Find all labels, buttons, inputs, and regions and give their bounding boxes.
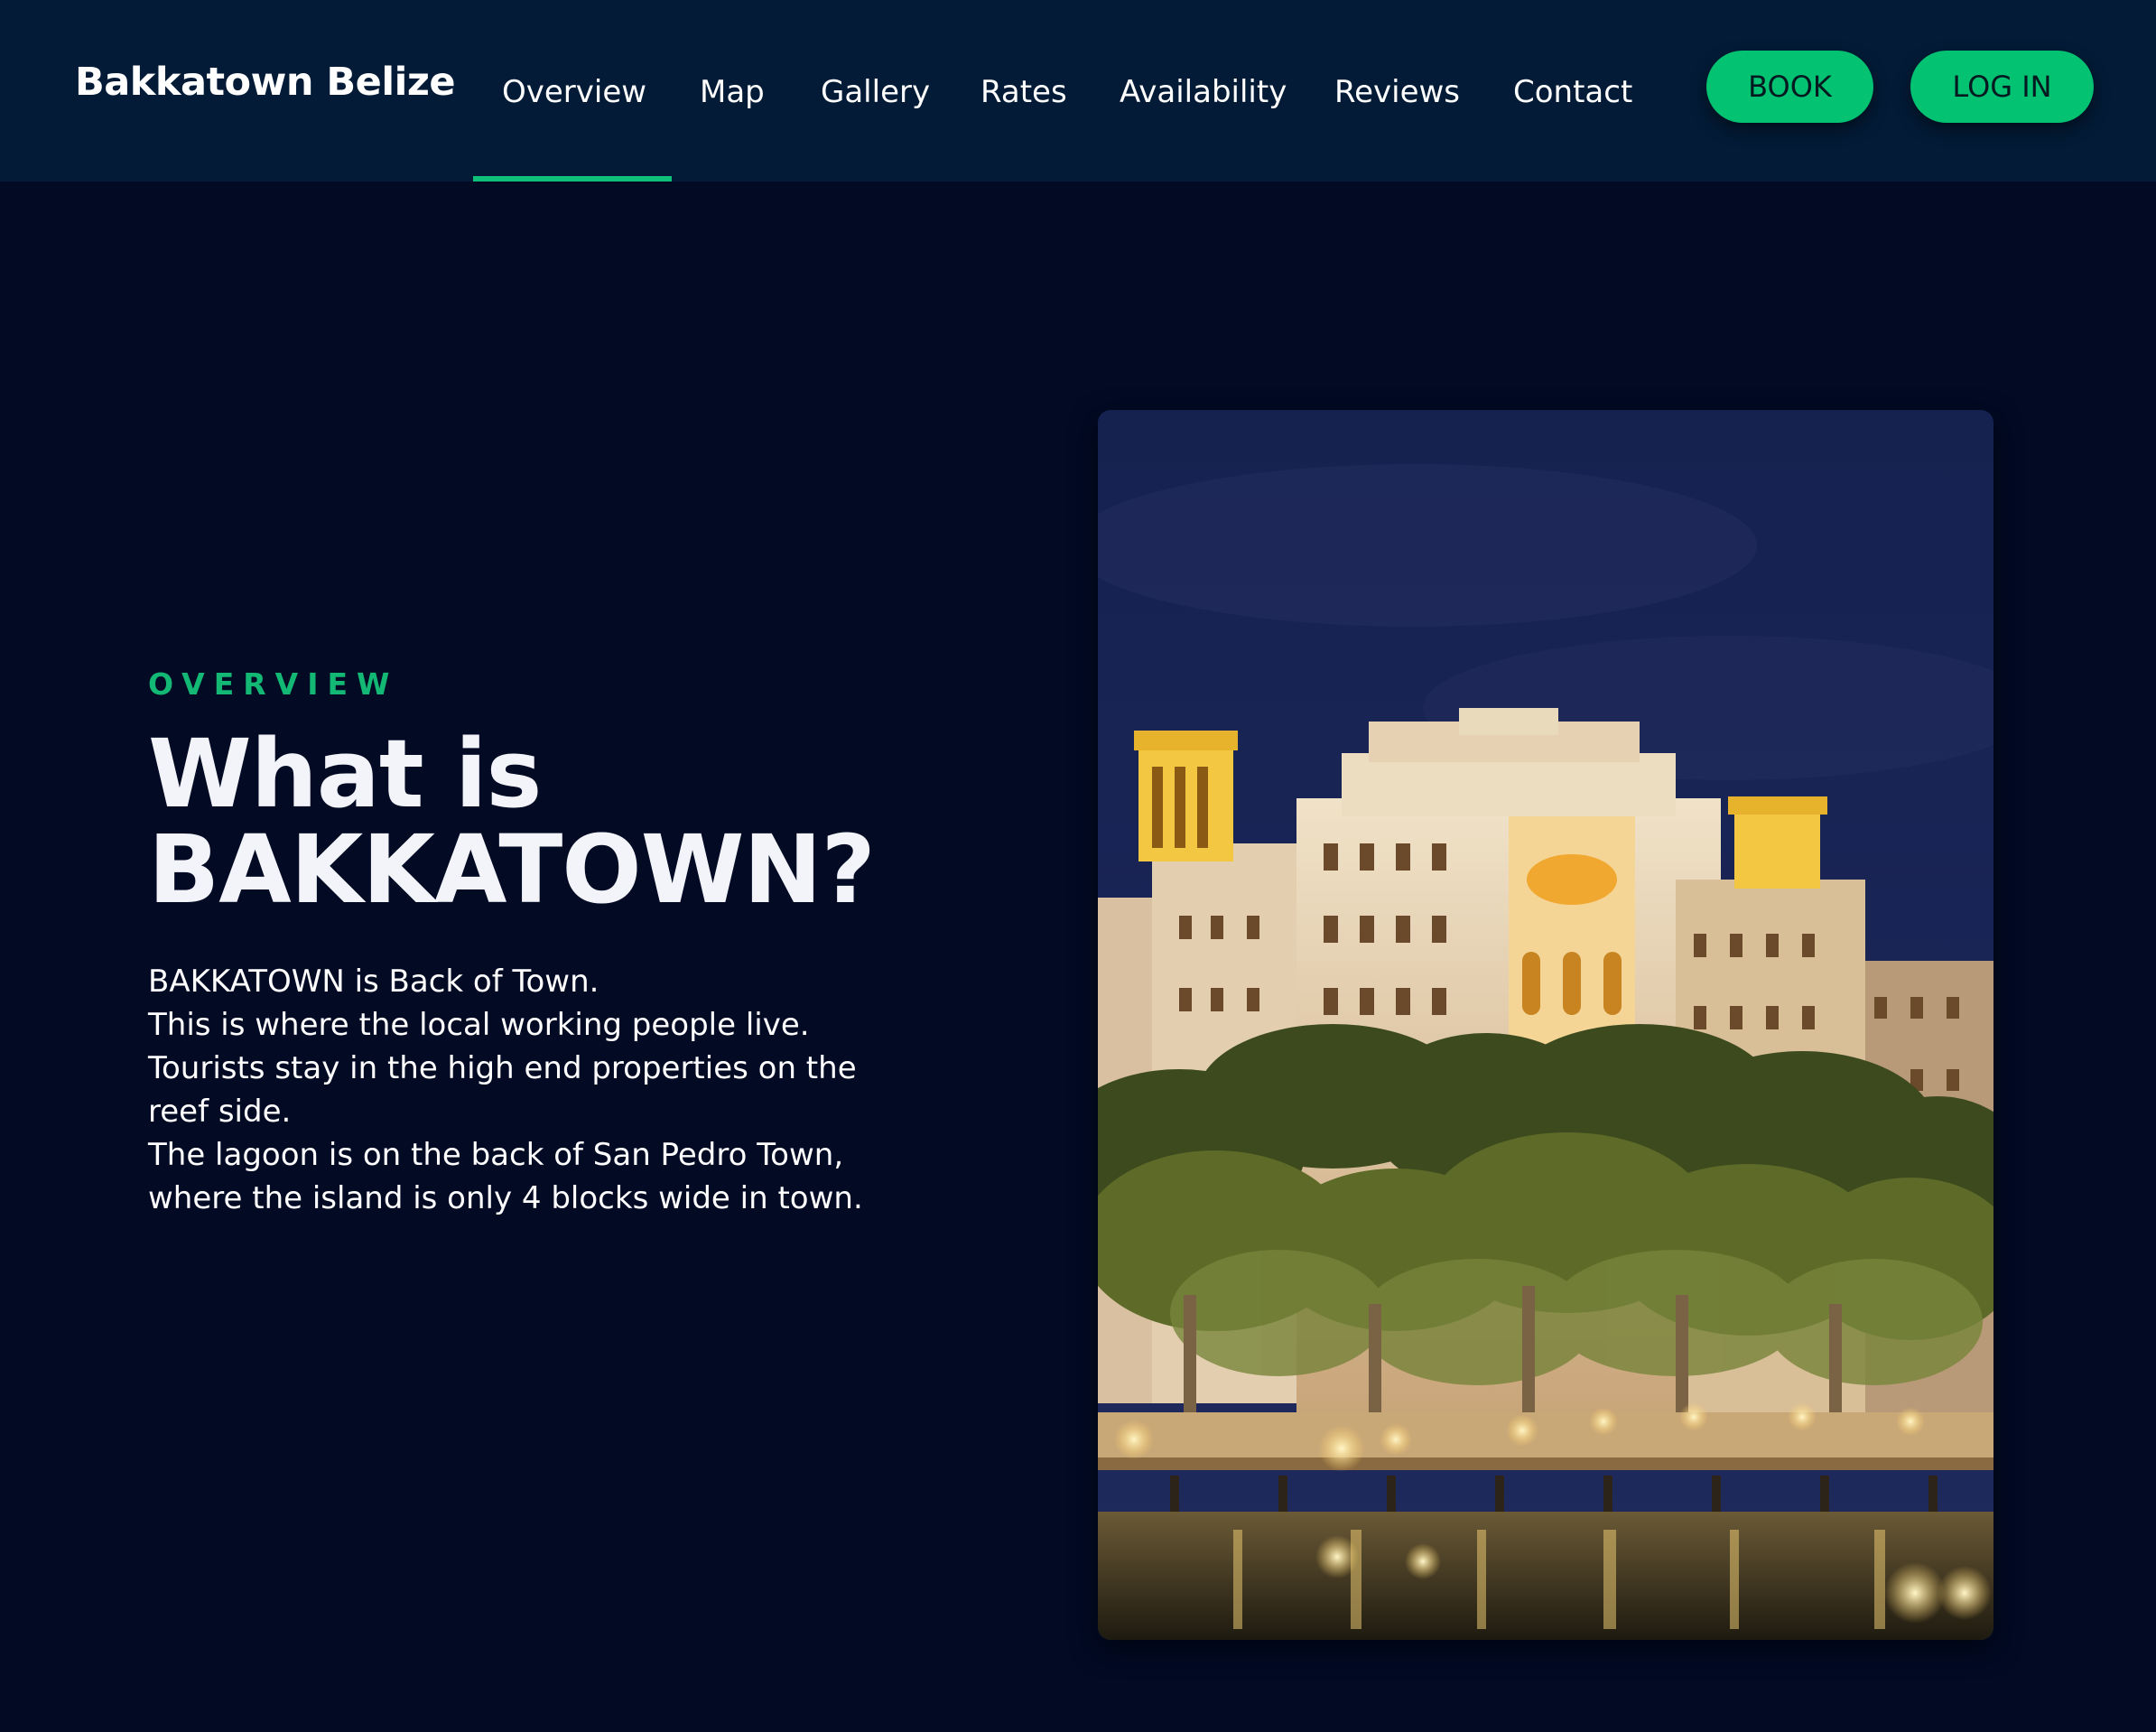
- description-line: The lagoon is on the back of San Pedro T…: [148, 1137, 844, 1173]
- nav-overview[interactable]: Overview: [502, 74, 646, 110]
- title-line-2: BAKKATOWN?: [148, 815, 876, 925]
- nav-availability[interactable]: Availability: [1120, 74, 1287, 110]
- description-line: This is where the local working people l…: [148, 1007, 810, 1043]
- login-button[interactable]: LOG IN: [1910, 51, 2094, 123]
- title-line-1: What is: [148, 719, 542, 829]
- overview-description: BAKKATOWN is Back of Town. This is where…: [148, 960, 961, 1220]
- brand-logo[interactable]: Bakkatown Belize: [75, 60, 456, 105]
- description-line: BAKKATOWN is Back of Town.: [148, 964, 599, 1000]
- nav-rates[interactable]: Rates: [980, 74, 1067, 110]
- hotel-night-photo: [1098, 410, 1993, 1640]
- page-title: What is BAKKATOWN?: [148, 726, 961, 917]
- description-line: Tourists stay in the high end properties…: [148, 1050, 857, 1086]
- active-nav-indicator: [473, 176, 672, 182]
- nav-map[interactable]: Map: [700, 74, 765, 110]
- description-line: where the island is only 4 blocks wide i…: [148, 1180, 863, 1216]
- book-button[interactable]: BOOK: [1706, 51, 1873, 123]
- section-eyebrow: OVERVIEW: [148, 666, 399, 702]
- description-line: reef side.: [148, 1094, 292, 1130]
- site-header: Bakkatown Belize Overview Map Gallery Ra…: [0, 0, 2156, 182]
- nav-gallery[interactable]: Gallery: [821, 74, 930, 110]
- nav-contact[interactable]: Contact: [1513, 74, 1632, 110]
- nav-reviews[interactable]: Reviews: [1334, 74, 1460, 110]
